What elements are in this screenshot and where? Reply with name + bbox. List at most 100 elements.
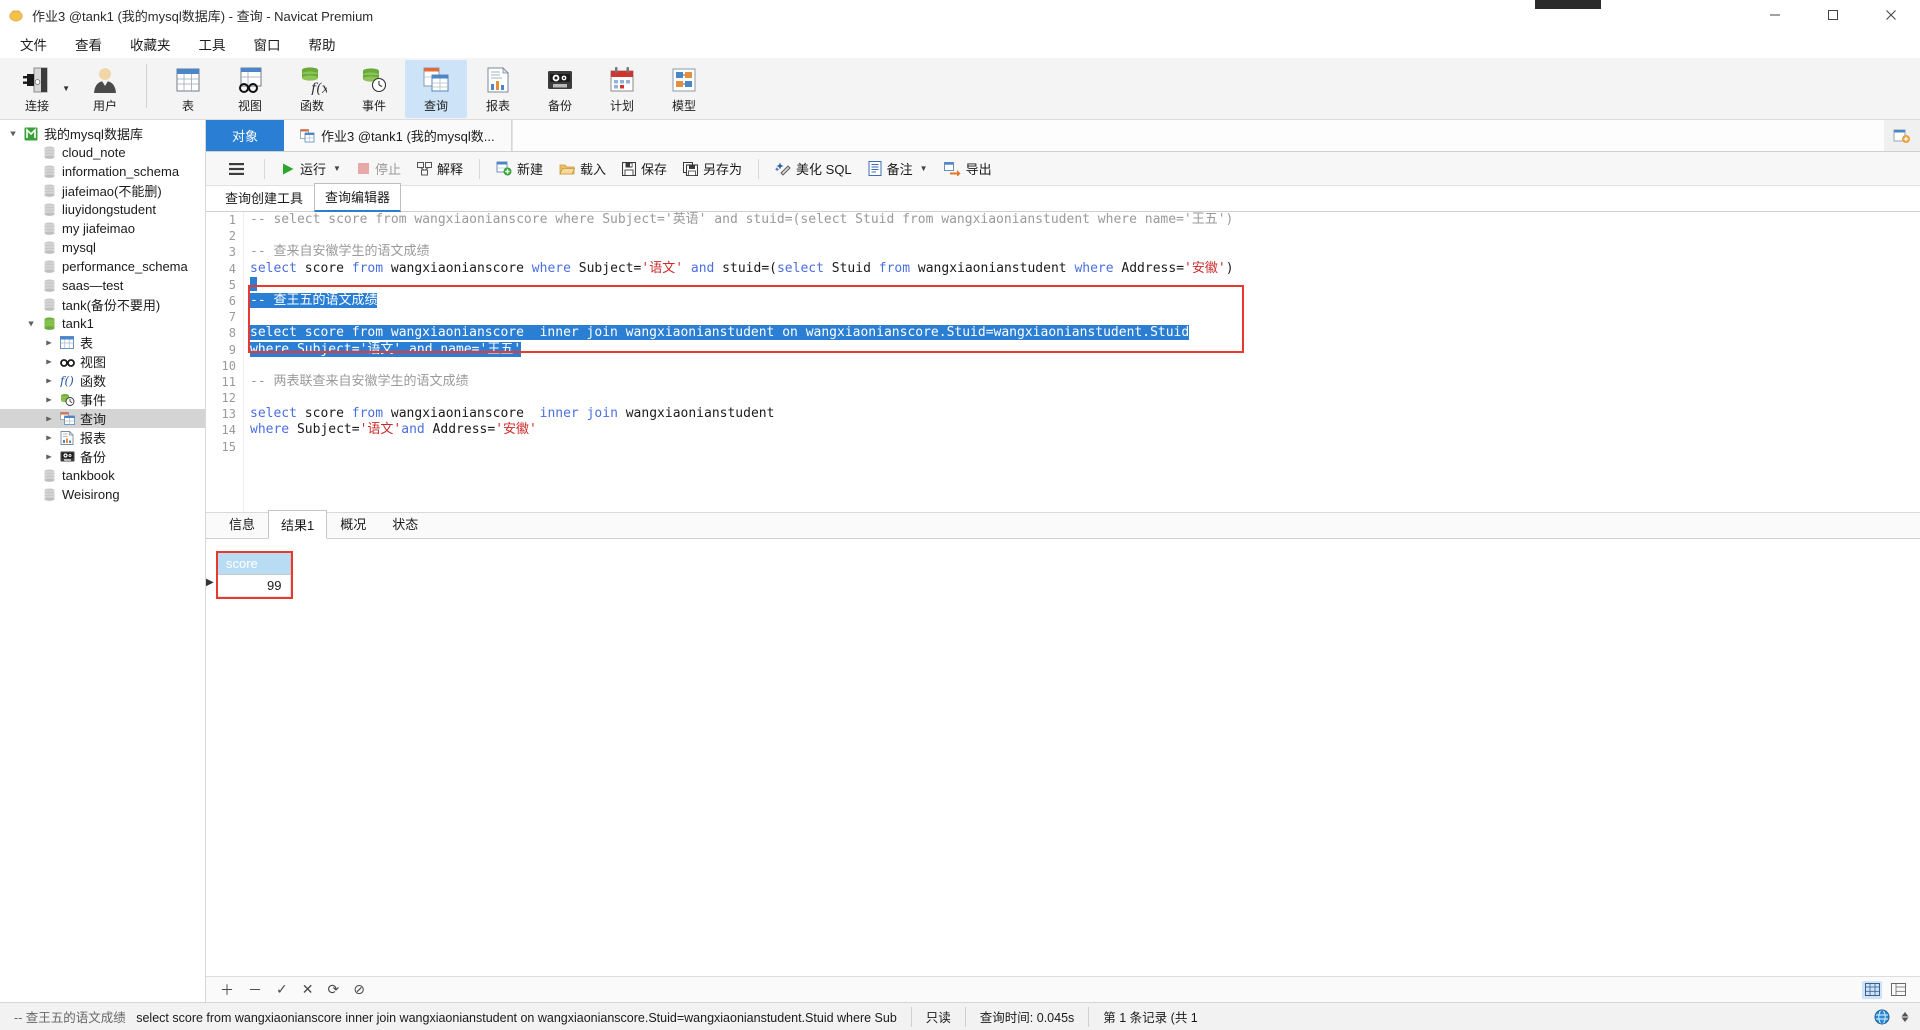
tab-query-editor[interactable]: 查询编辑器 [314, 183, 402, 212]
tab-objects[interactable]: 对象 [206, 120, 284, 151]
toolbar-button-report[interactable]: 报表 [467, 60, 529, 118]
save-as-button[interactable]: 另存为 [676, 156, 749, 181]
chevron-right-icon[interactable]: ▸ [40, 393, 58, 406]
export-button[interactable]: 导出 [937, 156, 999, 181]
explain-button[interactable]: 解释 [410, 156, 470, 181]
hamburger-icon[interactable] [218, 159, 255, 179]
maximize-button[interactable] [1804, 0, 1862, 30]
chevron-right-icon[interactable]: ▸ [40, 450, 58, 463]
menu-favorites[interactable]: 收藏夹 [116, 30, 185, 58]
sql-line[interactable] [250, 439, 1920, 455]
form-view-icon[interactable] [1888, 981, 1908, 999]
toolbar-button-user[interactable]: 用户 [74, 60, 136, 118]
apply-change-button[interactable]: ✓ [276, 981, 288, 998]
sidebar-item-11[interactable]: ▸ 表 [0, 333, 205, 352]
sql-code-area[interactable]: -- select score from wangxiaonianscore w… [250, 212, 1920, 512]
sidebar-item-0[interactable]: ▾ 我的mysql数据库 [0, 124, 205, 143]
add-record-button[interactable]: ＋ [220, 980, 234, 1000]
load-button[interactable]: 载入 [552, 156, 613, 181]
tab-profile[interactable]: 概况 [327, 509, 379, 538]
menu-window[interactable]: 窗口 [240, 30, 295, 58]
delete-record-button[interactable]: － [248, 980, 262, 1000]
chevron-down-icon[interactable]: ▼ [920, 164, 928, 173]
sidebar-item-9[interactable]: tank(备份不要用) [0, 295, 205, 314]
updown-icon[interactable] [1900, 1009, 1910, 1025]
sidebar-item-19[interactable]: Weisirong [0, 485, 205, 504]
toolbar-button-connection[interactable]: 连接 ▼ [0, 60, 74, 118]
toolbar-button-backup[interactable]: 备份 [529, 60, 591, 118]
table-row[interactable]: 99 [218, 574, 291, 597]
close-button[interactable] [1862, 0, 1920, 30]
sidebar-item-4[interactable]: liuyidongstudent [0, 200, 205, 219]
sql-line[interactable]: select score from wangxiaonianscore inne… [250, 406, 1920, 422]
tab-query-document[interactable]: 作业3 @tank1 (我的mysql数... [284, 120, 512, 151]
sql-editor[interactable]: 1 2 3 4 5 6 7 8 9 10 11 12 13 14 15 -- select score fr… [206, 212, 1920, 512]
beautify-sql-button[interactable]: 美化 SQL [768, 156, 859, 181]
result-grid[interactable]: score 99 [218, 553, 291, 597]
chevron-right-icon[interactable]: ▸ [40, 355, 58, 368]
sql-line[interactable]: where Subject='语文'and Address='安徽' [250, 422, 1920, 438]
sql-line[interactable]: select score from wangxiaonianscore inne… [250, 325, 1920, 341]
sql-line[interactable]: -- 查来自安徽学生的语文成绩 [250, 244, 1920, 260]
tab-status[interactable]: 状态 [379, 509, 431, 538]
sql-line[interactable] [250, 228, 1920, 244]
sql-line[interactable] [250, 390, 1920, 406]
tab-result1[interactable]: 结果1 [268, 510, 328, 539]
sql-line[interactable] [250, 309, 1920, 325]
sidebar-item-2[interactable]: information_schema [0, 162, 205, 181]
menu-help[interactable]: 帮助 [295, 30, 350, 58]
cell-score[interactable]: 99 [218, 574, 291, 597]
chevron-right-icon[interactable]: ▸ [40, 412, 58, 425]
sql-line[interactable] [250, 358, 1920, 374]
stop-button[interactable]: ⊘ [353, 981, 365, 998]
toolbar-button-query[interactable]: 查询 [405, 60, 467, 118]
grid-view-icon[interactable] [1862, 980, 1882, 999]
chevron-down-icon[interactable]: ▼ [62, 84, 70, 93]
sidebar-item-12[interactable]: ▸ 视图 [0, 352, 205, 371]
result-grid-area[interactable]: score 99 ▶ [206, 539, 1920, 976]
sidebar-item-10[interactable]: ▾ tank1 [0, 314, 205, 333]
sidebar-item-6[interactable]: mysql [0, 238, 205, 257]
refresh-button[interactable]: ⟳ [327, 981, 339, 998]
sql-line[interactable]: select score from wangxiaonianscore wher… [250, 261, 1920, 277]
sidebar-item-18[interactable]: tankbook [0, 466, 205, 485]
toolbar-button-model[interactable]: 模型 [653, 60, 715, 118]
sidebar-item-13[interactable]: ▸ f() 函数 [0, 371, 205, 390]
chevron-down-icon[interactable]: ▼ [333, 164, 341, 173]
chevron-down-icon[interactable]: ▾ [22, 317, 40, 330]
add-tab-icon[interactable] [1884, 120, 1920, 151]
chevron-down-icon[interactable]: ▾ [4, 127, 22, 140]
toolbar-button-schedule[interactable]: 计划 [591, 60, 653, 118]
sidebar-tree[interactable]: ▾ 我的mysql数据库 cloud_note information_sche… [0, 120, 206, 1002]
sidebar-item-5[interactable]: my jiafeimao [0, 219, 205, 238]
run-button[interactable]: 运行 ▼ [274, 156, 348, 181]
chevron-right-icon[interactable]: ▸ [40, 374, 58, 387]
globe-icon[interactable] [1874, 1009, 1890, 1025]
chevron-right-icon[interactable]: ▸ [40, 336, 58, 349]
sql-line[interactable] [250, 277, 1920, 293]
sidebar-item-16[interactable]: ▸ 报表 [0, 428, 205, 447]
sql-line[interactable]: -- select score from wangxiaonianscore w… [250, 212, 1920, 228]
column-header-score[interactable]: score [218, 553, 291, 575]
sidebar-item-1[interactable]: cloud_note [0, 143, 205, 162]
sql-line[interactable]: -- 查王五的语文成绩 [250, 292, 1920, 309]
cancel-change-button[interactable]: ✕ [302, 981, 314, 998]
sql-line[interactable]: where Subject='语文' and name='王五' [250, 341, 1920, 358]
sidebar-item-14[interactable]: ▸ 事件 [0, 390, 205, 409]
minimize-button[interactable] [1746, 0, 1804, 30]
sidebar-item-7[interactable]: performance_schema [0, 257, 205, 276]
sidebar-item-17[interactable]: ▸ 备份 [0, 447, 205, 466]
menu-view[interactable]: 查看 [61, 30, 116, 58]
toolbar-button-view[interactable]: 视图 [219, 60, 281, 118]
sidebar-item-3[interactable]: jiafeimao(不能删) [0, 181, 205, 200]
sidebar-item-8[interactable]: saas—test [0, 276, 205, 295]
tab-query-builder[interactable]: 查询创建工具 [214, 184, 314, 211]
comment-button[interactable]: 备注 ▼ [861, 156, 935, 181]
chevron-right-icon[interactable]: ▸ [40, 431, 58, 444]
toolbar-button-function[interactable]: f(x) 函数 [281, 60, 343, 118]
toolbar-button-table[interactable]: 表 [157, 60, 219, 118]
toolbar-button-event[interactable]: 事件 [343, 60, 405, 118]
sql-line[interactable]: -- 两表联查来自安徽学生的语文成绩 [250, 374, 1920, 390]
tab-info[interactable]: 信息 [216, 509, 268, 538]
menu-tools[interactable]: 工具 [185, 30, 240, 58]
